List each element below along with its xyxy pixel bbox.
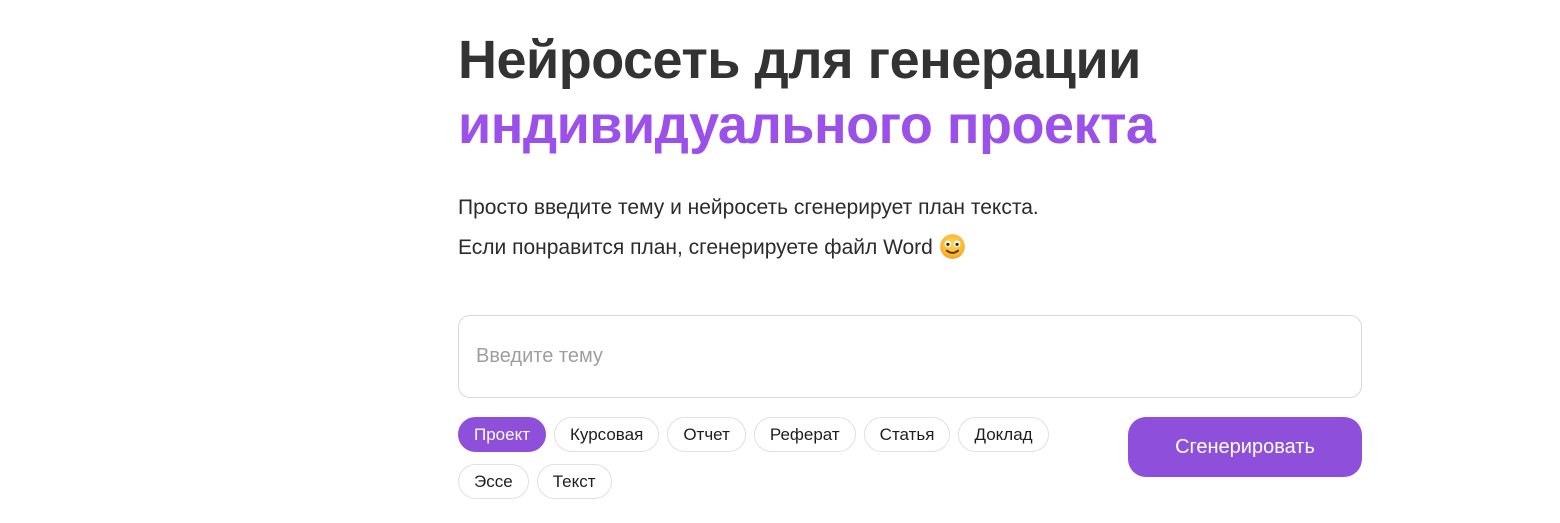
hero-section: Нейросеть для генерации индивидуального … [0, 0, 1560, 523]
form-actions: ПроектКурсоваяОтчетРефератСтатьяДоклад Эс… [458, 417, 1362, 499]
tag-pill[interactable]: Отчет [667, 417, 746, 452]
page-title-line1: Нейросеть для генерации [458, 30, 1141, 90]
document-type-tags: ПроектКурсоваяОтчетРефератСтатьяДоклад Эс… [458, 417, 1108, 499]
slightly-smiling-face-emoji [939, 233, 966, 260]
tag-pill[interactable]: Доклад [958, 417, 1048, 452]
tag-pill[interactable]: Курсовая [554, 417, 659, 452]
subtitle-line2: Если понравится план, сгенерируете файл … [458, 228, 1039, 268]
tag-pill[interactable]: Текст [537, 464, 612, 499]
tag-pill[interactable]: Эссе [458, 464, 529, 499]
subtitle-line1: Просто введите тему и нейросеть сгенерир… [458, 188, 1039, 228]
tag-pill[interactable]: Реферат [754, 417, 856, 452]
page-title-line2: индивидуального проекта [458, 93, 1155, 158]
subtitle: Просто введите тему и нейросеть сгенерир… [458, 188, 1039, 268]
page-title: Нейросеть для генерации индивидуального … [458, 28, 1155, 158]
generate-button[interactable]: Сгенерировать [1128, 417, 1362, 477]
topic-input[interactable] [458, 315, 1362, 398]
tag-pill[interactable]: Статья [864, 417, 951, 452]
tag-pill[interactable]: Проект [458, 417, 546, 452]
